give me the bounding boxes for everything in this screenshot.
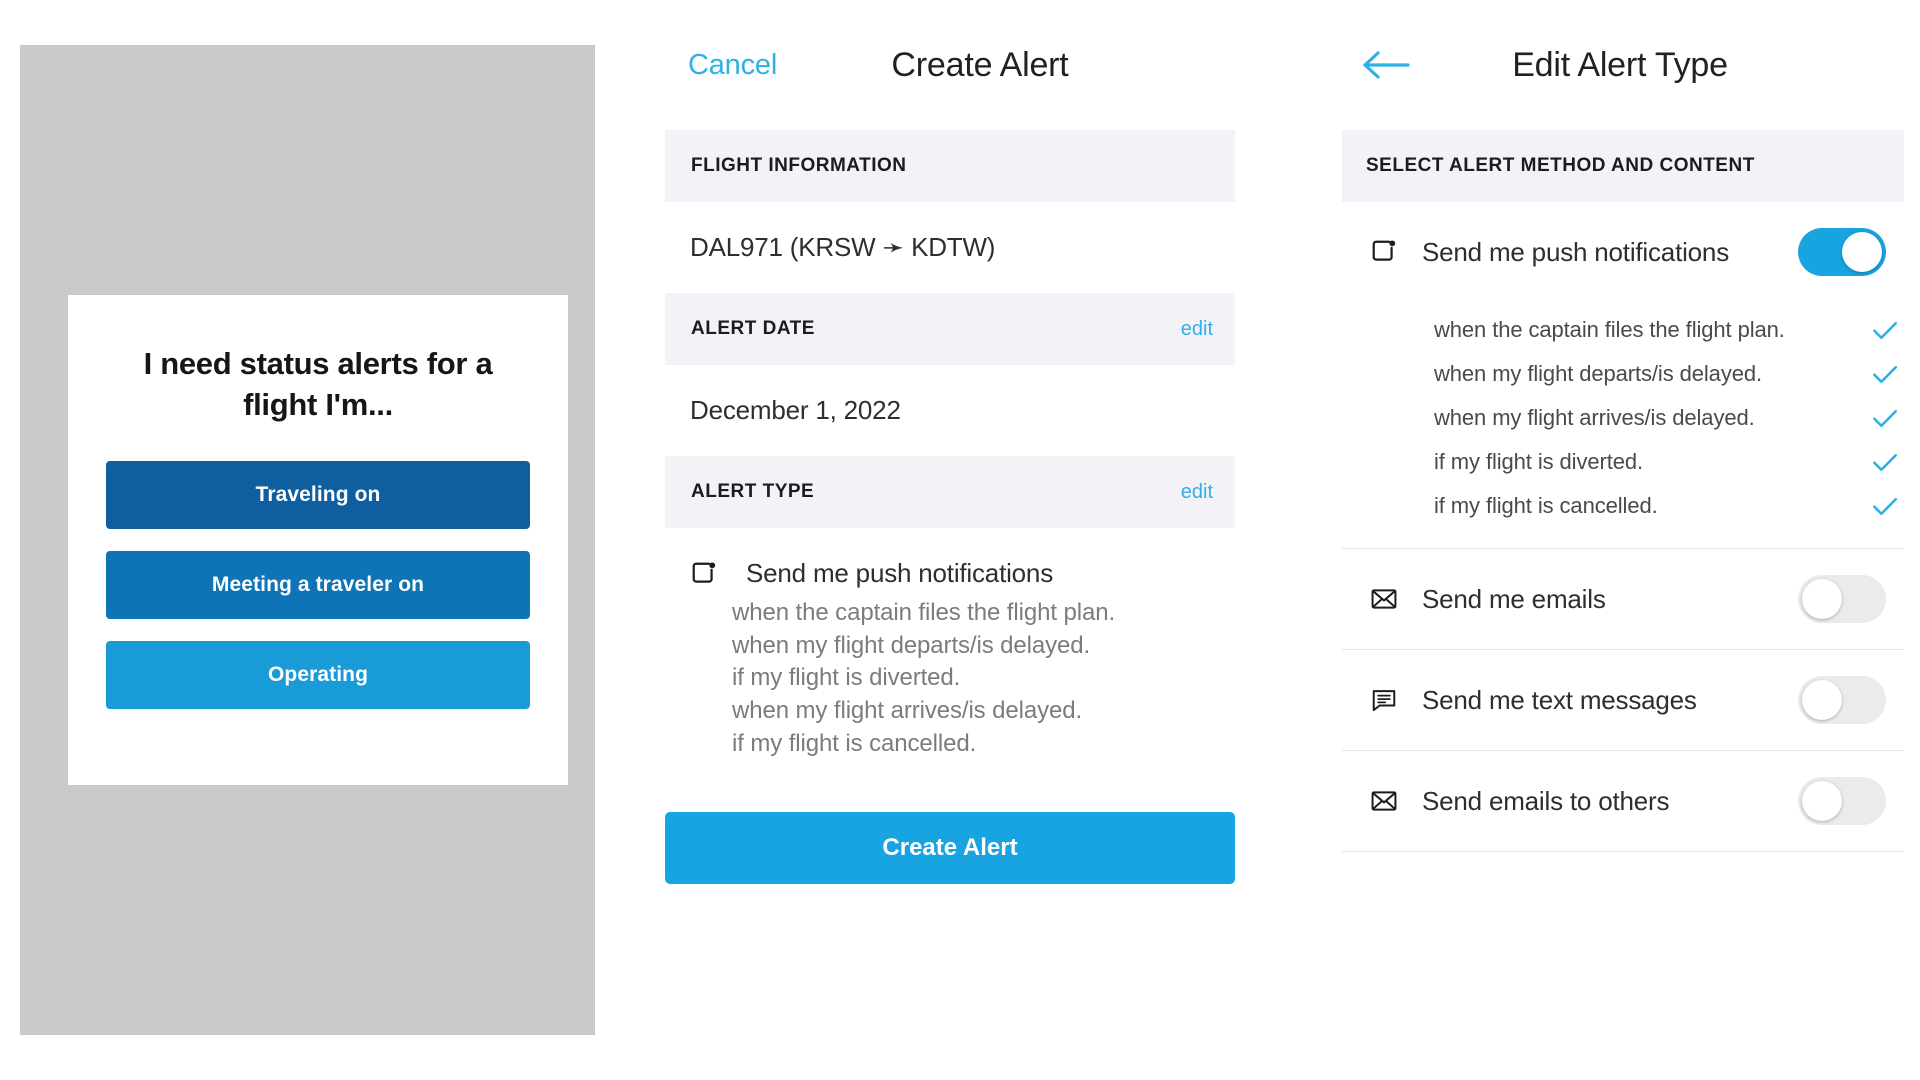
alert-condition: when my flight arrives/is delayed. (732, 696, 1083, 724)
alert-type-body: Send me push notifications when the capt… (640, 528, 1260, 780)
push-notification-icon (690, 560, 728, 588)
toggle-text-messages[interactable] (1798, 676, 1886, 724)
envelope-icon (1370, 787, 1408, 815)
condition-row[interactable]: when the captain files the flight plan. (1342, 308, 1902, 352)
flight-information-body: DAL971 (KRSW ➛ KDTW) (640, 202, 1260, 293)
meeting-a-traveler-on-button[interactable]: Meeting a traveler on (106, 551, 530, 620)
alert-condition: if my flight is cancelled. (732, 729, 977, 757)
method-row-emails[interactable]: Send me emails (1342, 548, 1904, 649)
create-alert-button-wrap: Create Alert (640, 780, 1260, 885)
method-row-text-messages[interactable]: Send me text messages (1342, 650, 1904, 750)
alert-purpose-modal: I need status alerts for a flight I'm...… (68, 295, 568, 785)
method-label: Send me emails (1422, 583, 1606, 614)
speech-bubble-icon (1370, 686, 1408, 714)
flight-information-header: FLIGHT INFORMATION (665, 130, 1235, 202)
method-label: Send emails to others (1422, 785, 1670, 816)
check-icon (1868, 357, 1902, 391)
condition-text: if my flight is cancelled. (1434, 493, 1658, 518)
toggle-knob (1802, 680, 1842, 720)
flight-identifier: DAL971 (KRSW ➛ KDTW) (690, 232, 996, 262)
alert-date-body: December 1, 2022 (640, 365, 1260, 456)
method-row-emails-to-others[interactable]: Send emails to others (1342, 751, 1904, 851)
operating-button[interactable]: Operating (106, 641, 530, 710)
push-notification-icon (1370, 238, 1408, 266)
create-alert-screen: Cancel Create Alert FLIGHT INFORMATION D… (640, 0, 1260, 1080)
alert-condition: when my flight departs/is delayed. (732, 631, 1091, 659)
create-alert-button[interactable]: Create Alert (665, 812, 1235, 885)
divider (1342, 851, 1904, 852)
edit-alert-type-screen: Edit Alert Type SELECT ALERT METHOD AND … (1320, 0, 1920, 1080)
condition-text: when my flight arrives/is delayed. (1434, 405, 1755, 430)
screenshot-canvas: I need status alerts for a flight I'm...… (0, 0, 1920, 1080)
select-alert-method-header: SELECT ALERT METHOD AND CONTENT (1342, 130, 1904, 202)
alert-condition: when the captain files the flight plan. (732, 599, 1116, 626)
create-alert-navbar: Cancel Create Alert (640, 0, 1260, 130)
condition-text: when my flight departs/is delayed. (1434, 361, 1762, 386)
traveling-on-button[interactable]: Traveling on (106, 461, 530, 530)
toggle-emails[interactable] (1798, 575, 1886, 623)
edit-alert-date-button[interactable]: edit (1181, 318, 1213, 341)
condition-text: when the captain files the flight plan. (1434, 317, 1785, 342)
section-label: ALERT DATE (691, 318, 815, 339)
section-label: FLIGHT INFORMATION (691, 155, 907, 176)
check-icon (1868, 489, 1902, 523)
method-row-push-notifications[interactable]: Send me push notifications (1342, 202, 1904, 302)
check-icon (1868, 445, 1902, 479)
alert-condition-list: when the captain files the flight plan. … (690, 597, 1235, 760)
condition-row[interactable]: if my flight is diverted. (1342, 440, 1902, 484)
cancel-button[interactable]: Cancel (688, 49, 777, 82)
check-icon (1868, 401, 1902, 435)
edit-alert-type-button[interactable]: edit (1181, 481, 1213, 504)
method-label: Send me push notifications (1422, 236, 1729, 267)
condition-row[interactable]: when my flight departs/is delayed. (1342, 352, 1902, 396)
alert-method-label: Send me push notifications (746, 558, 1053, 588)
toggle-emails-to-others[interactable] (1798, 777, 1886, 825)
left-phone-mock: I need status alerts for a flight I'm...… (20, 45, 595, 1035)
envelope-icon (1370, 585, 1408, 613)
section-label: ALERT TYPE (691, 481, 815, 502)
modal-title: I need status alerts for a flight I'm... (143, 346, 493, 423)
arrow-left-icon[interactable] (1360, 47, 1412, 83)
check-icon (1868, 313, 1902, 347)
toggle-knob (1802, 579, 1842, 619)
toggle-knob (1842, 232, 1882, 272)
alert-type-header: ALERT TYPE edit (665, 456, 1235, 528)
condition-row[interactable]: if my flight is cancelled. (1342, 484, 1902, 528)
condition-text: if my flight is diverted. (1434, 449, 1644, 474)
section-label: SELECT ALERT METHOD AND CONTENT (1366, 155, 1755, 176)
alert-condition: if my flight is diverted. (732, 664, 961, 692)
toggle-knob (1802, 781, 1842, 821)
condition-row[interactable]: when my flight arrives/is delayed. (1342, 396, 1902, 440)
edit-alert-type-navbar: Edit Alert Type (1320, 0, 1920, 130)
alert-date-value: December 1, 2022 (690, 395, 901, 425)
push-notification-conditions: when the captain files the flight plan. … (1320, 302, 1920, 548)
alert-method-summary: Send me push notifications (690, 558, 1235, 589)
alert-date-header: ALERT DATE edit (665, 293, 1235, 365)
method-label: Send me text messages (1422, 684, 1697, 715)
toggle-push-notifications[interactable] (1798, 228, 1886, 276)
